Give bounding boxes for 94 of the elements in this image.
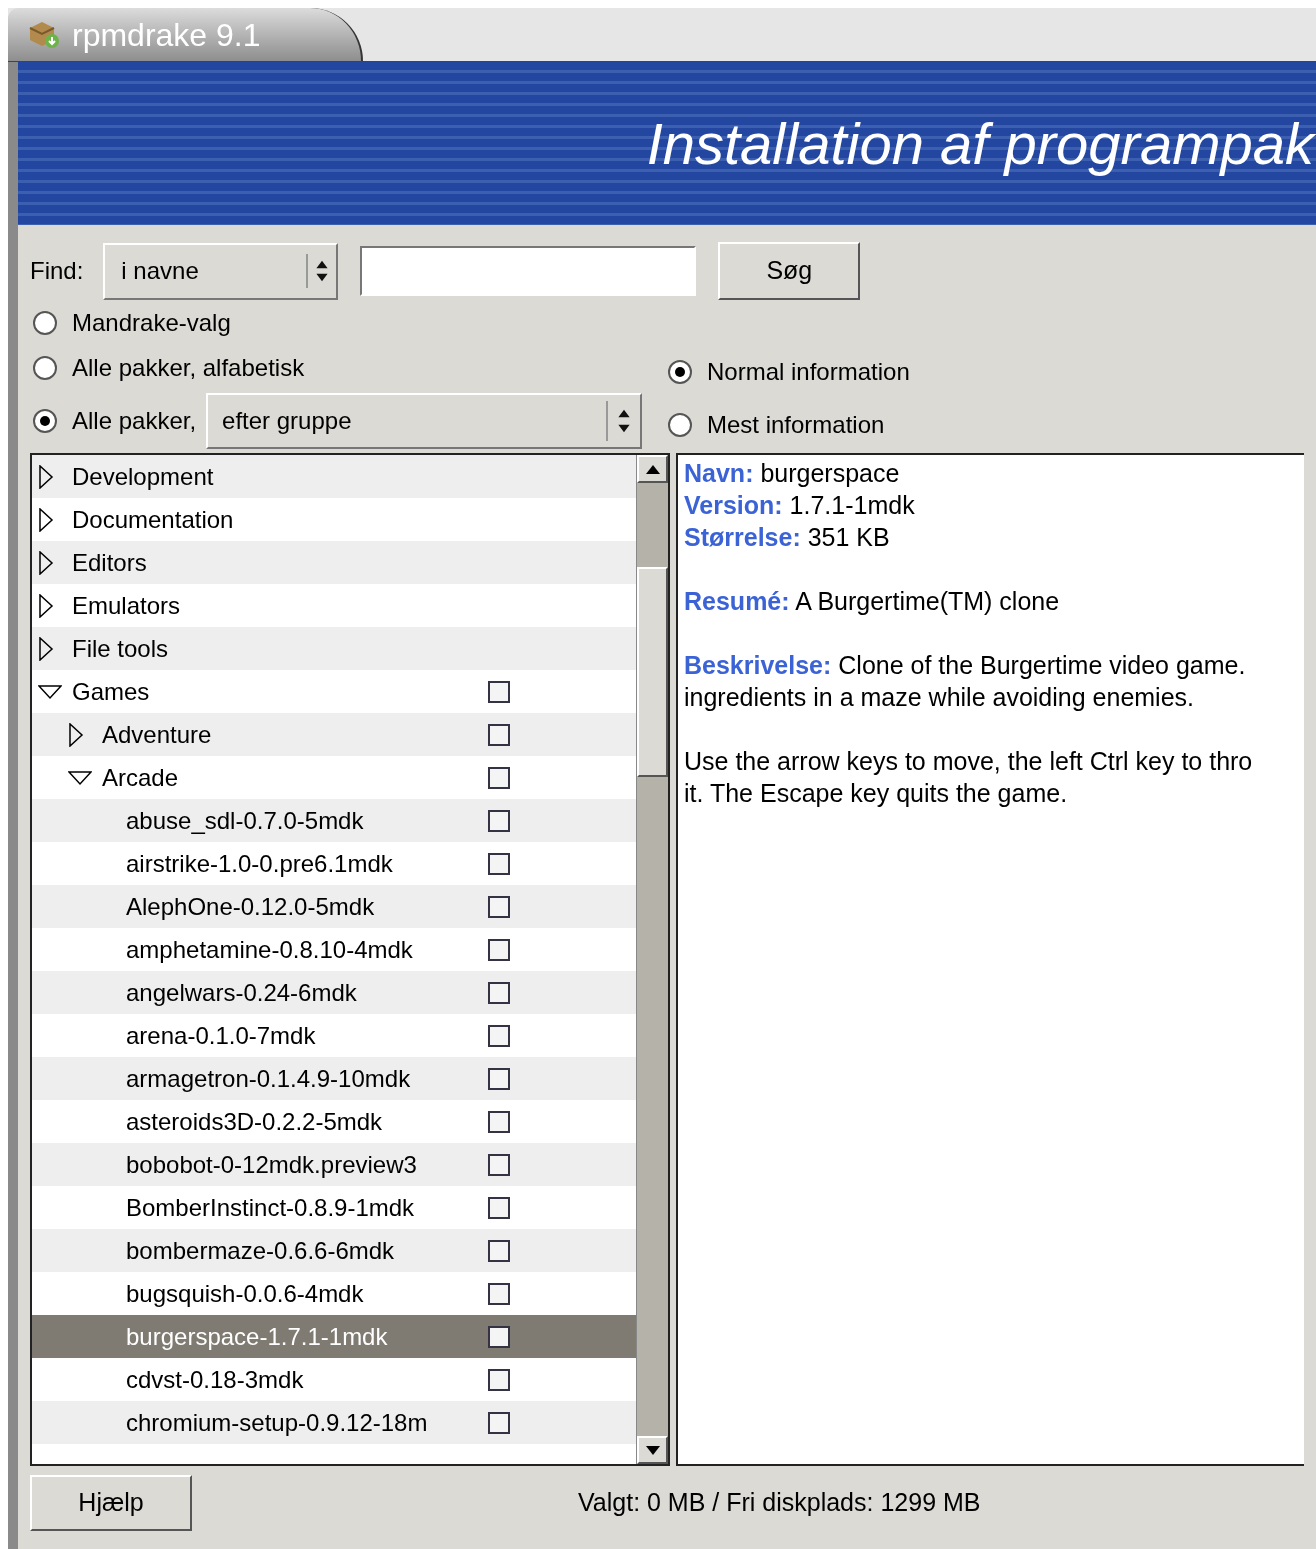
summary-text: Resumé: A Burgertime(TM) clone — [684, 586, 1061, 617]
group-name: Development — [72, 461, 214, 492]
radio-label[interactable]: Mest information — [707, 406, 885, 443]
checkbox[interactable] — [488, 1368, 510, 1391]
package-name: chromium-setup-0.9.12-18m — [126, 1407, 428, 1438]
tree-row[interactable]: chromium-setup-0.9.12-18m — [32, 1401, 636, 1444]
down-arrow-icon — [645, 1445, 660, 1455]
checkbox[interactable] — [488, 1110, 510, 1133]
radio-button[interactable] — [32, 354, 58, 381]
checkbox[interactable] — [488, 723, 510, 746]
collapsed-triangle-icon[interactable] — [68, 722, 84, 747]
group-dropdown[interactable]: efter gruppe — [206, 393, 643, 449]
status-text: Valgt: 0 MB / Fri diskplads: 1299 MB — [578, 1487, 981, 1519]
package-name: angelwars-0.24-6mdk — [126, 977, 357, 1008]
checkbox[interactable] — [488, 1196, 510, 1219]
info-field: Version: 1.7.1-1mdk — [684, 489, 1304, 521]
window-title: rpmdrake 9.1 — [72, 15, 261, 55]
radio-label[interactable]: Normal information — [707, 353, 910, 390]
radio-label[interactable]: Mandrake-valg — [72, 304, 231, 341]
group-name: Emulators — [72, 590, 181, 621]
group-name: Editors — [72, 547, 147, 578]
description-text: ingredients in a maze while avoiding enemies. — [684, 682, 1195, 713]
scroll-up-button[interactable] — [637, 455, 668, 483]
package-name: cdvst-0.18-3mdk — [126, 1364, 304, 1395]
tree-row[interactable]: bombermaze-0.6.6-6mdk — [32, 1229, 636, 1272]
banner-title: Installation af programpak — [646, 110, 1316, 178]
checkbox[interactable] — [488, 809, 510, 832]
checkbox[interactable] — [488, 1325, 510, 1348]
checkbox[interactable] — [488, 1024, 510, 1047]
tree-row[interactable]: File tools — [32, 627, 636, 670]
description-text: Use the arrow keys to move, the left Ctrl key to thro — [684, 746, 1254, 777]
checkbox[interactable] — [488, 895, 510, 918]
package-name: bombermaze-0.6.6-6mdk — [126, 1235, 395, 1266]
radio-button[interactable] — [32, 309, 58, 336]
package-name: armagetron-0.1.4.9-10mdk — [126, 1063, 411, 1094]
radio-label[interactable]: Alle pakker, — [72, 403, 197, 439]
tree-row[interactable]: burgerspace-1.7.1-1mdk — [32, 1315, 636, 1358]
search-field[interactable] — [360, 246, 697, 296]
radio-button[interactable] — [32, 408, 58, 434]
checkbox[interactable] — [488, 680, 510, 703]
expanded-triangle-icon[interactable] — [68, 769, 92, 786]
package-name: amphetamine-0.8.10-4mdk — [126, 934, 413, 965]
package-name: AlephOne-0.12.0-5mdk — [126, 891, 375, 922]
checkbox[interactable] — [488, 852, 510, 875]
tree-row[interactable]: armagetron-0.1.4.9-10mdk — [32, 1057, 636, 1100]
package-name: bobobot-0-12mdk.preview3 — [126, 1149, 417, 1180]
collapsed-triangle-icon[interactable] — [38, 464, 54, 489]
search-button[interactable]: Søg — [718, 242, 861, 300]
help-button[interactable]: Hjælp — [30, 1475, 192, 1531]
group-name: File tools — [72, 633, 169, 664]
info-field: Størrelse: 351 KB — [684, 521, 1304, 553]
description-text: Beskrivelse: Clone of the Burgertime video game. — [684, 650, 1247, 681]
up-arrow-icon — [645, 464, 660, 474]
tree-row[interactable]: bobobot-0-12mdk.preview3 — [32, 1143, 636, 1186]
tree-row[interactable]: Development — [32, 455, 636, 498]
radio-button[interactable] — [667, 358, 693, 385]
package-name: burgerspace-1.7.1-1mdk — [126, 1321, 388, 1352]
collapsed-triangle-icon[interactable] — [38, 550, 54, 575]
group-name: Arcade — [102, 762, 179, 793]
package-name: BomberInstinct-0.8.9-1mdk — [126, 1192, 415, 1223]
checkbox[interactable] — [488, 766, 510, 789]
tree-row[interactable]: angelwars-0.24-6mdk — [32, 971, 636, 1014]
group-name: Adventure — [102, 719, 212, 750]
scrollbar[interactable] — [636, 455, 668, 1464]
group-name: Games — [72, 676, 150, 707]
package-name: abuse_sdl-0.7.0-5mdk — [126, 805, 364, 836]
expanded-triangle-icon[interactable] — [38, 683, 62, 700]
scroll-thumb[interactable] — [637, 567, 668, 777]
radio-button[interactable] — [667, 411, 693, 438]
collapsed-triangle-icon[interactable] — [38, 593, 54, 618]
checkbox[interactable] — [488, 1411, 510, 1434]
checkbox[interactable] — [488, 1067, 510, 1090]
package-name: asteroids3D-0.2.2-5mdk — [126, 1106, 383, 1137]
collapsed-triangle-icon[interactable] — [38, 507, 54, 532]
scroll-down-button[interactable] — [637, 1436, 668, 1464]
checkbox[interactable] — [488, 1282, 510, 1305]
tree-row[interactable]: abuse_sdl-0.7.0-5mdk — [32, 799, 636, 842]
package-name: bugsquish-0.0.6-4mdk — [126, 1278, 364, 1309]
package-name: airstrike-1.0-0.pre6.1mdk — [126, 848, 393, 879]
description-text: it. The Escape key quits the game. — [684, 778, 1069, 809]
info-field: Navn: burgerspace — [684, 457, 1304, 489]
group-name: Documentation — [72, 504, 234, 535]
checkbox[interactable] — [488, 1239, 510, 1262]
checkbox[interactable] — [488, 938, 510, 961]
collapsed-triangle-icon[interactable] — [38, 636, 54, 661]
radio-label[interactable]: Alle pakker, alfabetisk — [72, 349, 305, 386]
tree-row[interactable]: Adventure — [32, 713, 636, 756]
checkbox[interactable] — [488, 1153, 510, 1176]
tree-row[interactable]: Editors — [32, 541, 636, 584]
scope-dropdown[interactable]: i navne — [103, 242, 339, 300]
tree-row[interactable]: AlephOne-0.12.0-5mdk — [32, 885, 636, 928]
checkbox[interactable] — [488, 981, 510, 1004]
package-name: arena-0.1.0-7mdk — [126, 1020, 316, 1051]
find-label: Find: — [30, 256, 84, 286]
